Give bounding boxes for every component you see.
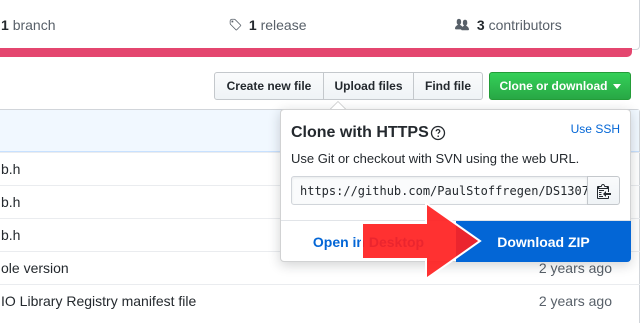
popover-title: Clone with HTTPS	[291, 124, 429, 141]
upload-files-button[interactable]: Upload files	[323, 72, 414, 100]
branch-label: branch	[12, 17, 56, 33]
repo-stats-bar: 1 branch 1 release 3 contributors	[0, 0, 640, 50]
caret-down-icon	[612, 83, 621, 89]
branch-count: 1	[1, 17, 9, 33]
commit-message[interactable]: IO Library Registry manifest file	[1, 293, 196, 309]
find-file-button[interactable]: Find file	[413, 72, 483, 100]
contributors-label: contributors	[488, 17, 562, 33]
release-label: release	[260, 17, 307, 33]
red-arrow-annotation	[361, 201, 482, 281]
create-new-file-button[interactable]: Create new file	[214, 72, 324, 100]
contributors-link[interactable]: 3 contributors	[454, 17, 562, 33]
popover-arrow-fill	[331, 102, 345, 109]
commit-message[interactable]: ole version	[1, 260, 69, 276]
clipboard-icon	[596, 183, 611, 199]
file-name[interactable]: b.h	[1, 161, 20, 177]
tag-icon	[229, 18, 242, 31]
contributors-count: 3	[476, 17, 485, 33]
clone-description: Use Git or checkout with SVN using the w…	[291, 151, 580, 166]
file-name[interactable]: b.h	[1, 227, 20, 243]
people-icon	[455, 18, 469, 31]
release-count: 1	[248, 17, 257, 33]
releases-link[interactable]: 1 release	[228, 17, 307, 33]
copy-url-button[interactable]	[587, 176, 620, 205]
question-icon[interactable]	[430, 125, 446, 141]
file-age: 2 years ago	[538, 260, 612, 276]
clone-or-download-button[interactable]: Clone or download	[489, 72, 631, 100]
table-row[interactable]: IO Library Registry manifest file 2 year…	[0, 284, 640, 317]
file-age: 2 years ago	[538, 293, 612, 309]
clone-button-label: Clone or download	[499, 79, 608, 93]
language-bar[interactable]	[0, 48, 632, 57]
use-ssh-link[interactable]: Use SSH	[571, 122, 620, 136]
branches-link[interactable]: 1 branch	[1, 17, 56, 33]
file-name[interactable]: b.h	[1, 194, 20, 210]
